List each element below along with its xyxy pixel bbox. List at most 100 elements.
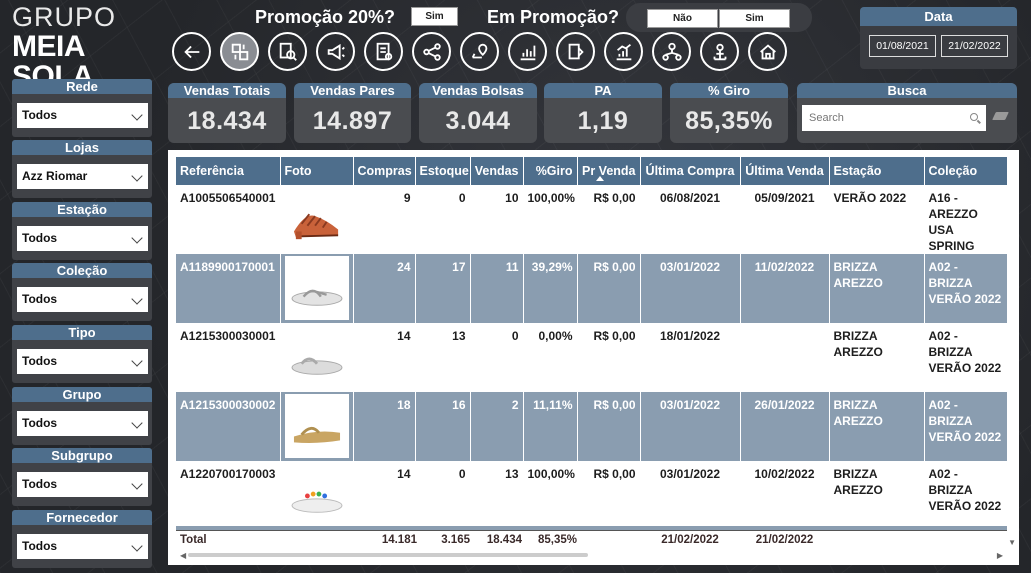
date-start-input[interactable]: 01/08/2021 bbox=[869, 35, 936, 57]
date-panel: Data 01/08/2021 21/02/2022 bbox=[860, 7, 1017, 69]
kpi-vendas-totais: Vendas Totais 18.434 bbox=[168, 83, 286, 143]
scroll-down-icon[interactable]: ▼ bbox=[1008, 538, 1016, 547]
cell-vendas: 13 bbox=[470, 461, 524, 530]
cell-ultima-compra: 03/01/2022 bbox=[640, 461, 741, 530]
scrollbar-thumb[interactable] bbox=[188, 553, 588, 557]
busca-panel: Busca Search bbox=[797, 83, 1017, 143]
back-arrow-icon[interactable] bbox=[172, 32, 211, 71]
kpi-title: Vendas Pares bbox=[294, 83, 411, 98]
col-header-estacao[interactable]: Estação bbox=[829, 157, 925, 185]
network-user-icon[interactable] bbox=[700, 32, 739, 71]
cell-ultima-compra: 06/08/2021 bbox=[640, 185, 741, 254]
promo20-sim-button[interactable]: Sim bbox=[411, 7, 458, 26]
col-header-foto[interactable]: Foto bbox=[280, 157, 354, 185]
nav-icon-bar bbox=[172, 32, 787, 71]
col-header-pr-venda[interactable]: Pr Venda bbox=[577, 157, 641, 185]
col-header-ultima-venda[interactable]: Última Venda bbox=[740, 157, 830, 185]
em-promocao-sim-button[interactable]: Sim bbox=[719, 9, 790, 28]
product-photo bbox=[284, 394, 349, 458]
date-end-input[interactable]: 21/02/2022 bbox=[941, 35, 1008, 57]
chevron-down-icon bbox=[131, 540, 143, 552]
document-export-icon[interactable] bbox=[556, 32, 595, 71]
table-row[interactable]: A1215300030001 14 13 0 0,00% R$ 0,00 18/01/202… bbox=[176, 323, 1008, 392]
table-row[interactable]: A1189900170001 24 17 11 39,29% R$ 0,00 03/01/2… bbox=[176, 254, 1008, 323]
home-icon[interactable] bbox=[748, 32, 787, 71]
filter-slicer: Coleção Todos bbox=[12, 263, 152, 321]
filter-dropdown[interactable]: Todos bbox=[17, 472, 148, 497]
filter-slicer: Grupo Todos bbox=[12, 387, 152, 445]
table-row[interactable]: A1220700170003 14 0 13 100,00% R$ 0,00 03/01/2… bbox=[176, 461, 1008, 530]
filter-value: Todos bbox=[22, 292, 58, 306]
cell-pr-venda: R$ 0,00 bbox=[577, 323, 641, 392]
filter-dropdown[interactable]: Todos bbox=[17, 287, 148, 312]
col-header-colecao[interactable]: Coleção bbox=[924, 157, 1008, 185]
col-header-compras[interactable]: Compras bbox=[353, 157, 416, 185]
kpi-giro: % Giro 85,35% bbox=[670, 83, 788, 143]
bar-chart-icon[interactable] bbox=[508, 32, 547, 71]
cell-estoque: 0 bbox=[415, 461, 471, 530]
search-input[interactable]: Search bbox=[802, 105, 986, 131]
filter-slicer: Lojas Azz Riomar bbox=[12, 140, 152, 198]
megaphone-icon[interactable] bbox=[316, 32, 355, 71]
cell-estacao: BRIZZA AREZZO bbox=[829, 392, 925, 461]
horizontal-scrollbar[interactable]: ◀ ▶ bbox=[180, 551, 1003, 560]
cell-ultima-compra: 03/01/2022 bbox=[640, 392, 741, 461]
eraser-icon[interactable] bbox=[992, 112, 1009, 120]
cell-colecao: A02 - BRIZZA VERÃO 2022 bbox=[924, 254, 1008, 323]
total-giro: 85,35% bbox=[537, 534, 577, 546]
filter-dropdown[interactable]: Todos bbox=[17, 103, 148, 128]
product-photo bbox=[285, 187, 349, 251]
cell-referencia: A1215300030001 bbox=[176, 323, 281, 392]
filter-title: Rede bbox=[12, 79, 152, 94]
kpi-value: 1,19 bbox=[577, 107, 629, 135]
col-header-estoque[interactable]: Estoque bbox=[415, 157, 471, 185]
col-header-giro[interactable]: %Giro bbox=[523, 157, 578, 185]
search-icon[interactable] bbox=[970, 113, 978, 121]
cell-colecao: A16 - AREZZO USA SPRING bbox=[924, 185, 1008, 254]
filter-dropdown[interactable]: Todos bbox=[17, 411, 148, 436]
cell-estoque: 16 bbox=[415, 392, 471, 461]
search-report-icon[interactable] bbox=[268, 32, 307, 71]
table-row[interactable]: A1215300030002 18 16 2 11,11% R$ 0,00 03/01/20… bbox=[176, 392, 1008, 461]
cell-ultima-venda bbox=[740, 323, 830, 392]
col-header-referencia[interactable]: Referência bbox=[176, 157, 281, 185]
filter-dropdown[interactable]: Azz Riomar bbox=[17, 164, 148, 189]
table-row[interactable]: A1005506540001 9 0 10 100,00% R$ 0,00 06/08/20… bbox=[176, 185, 1008, 254]
shoe-image bbox=[293, 426, 340, 443]
kpi-title: PA bbox=[544, 83, 662, 98]
date-title: Data bbox=[860, 7, 1017, 26]
swap-icon[interactable] bbox=[220, 32, 259, 71]
col-header-vendas[interactable]: Vendas bbox=[470, 157, 524, 185]
filter-dropdown[interactable]: Todos bbox=[17, 226, 148, 251]
share-icon[interactable] bbox=[412, 32, 451, 71]
scroll-right-icon[interactable]: ▶ bbox=[997, 551, 1003, 560]
kpi-value: 18.434 bbox=[187, 107, 267, 135]
filter-dropdown[interactable]: Todos bbox=[17, 534, 148, 559]
filter-dropdown[interactable]: Todos bbox=[17, 349, 148, 374]
cell-ultima-compra: 03/01/2022 bbox=[640, 254, 741, 323]
em-promocao-nao-button[interactable]: Não bbox=[647, 9, 718, 28]
cell-pr-venda: R$ 0,00 bbox=[577, 185, 641, 254]
filter-slicer: Rede Todos bbox=[12, 79, 152, 137]
org-chart-icon[interactable] bbox=[652, 32, 691, 71]
kpi-vendas-bolsas: Vendas Bolsas 3.044 bbox=[419, 83, 537, 143]
cell-ultima-venda: 26/01/2022 bbox=[740, 392, 830, 461]
growth-chart-icon[interactable] bbox=[604, 32, 643, 71]
total-ultima-venda: 21/02/2022 bbox=[755, 534, 814, 546]
total-vendas: 18.434 bbox=[486, 534, 522, 546]
product-photo bbox=[285, 325, 349, 389]
cell-estacao: BRIZZA AREZZO bbox=[829, 461, 925, 530]
search-placeholder: Search bbox=[809, 112, 844, 124]
cell-ultima-venda: 05/09/2021 bbox=[740, 185, 830, 254]
cell-estoque: 0 bbox=[415, 185, 471, 254]
cell-foto bbox=[280, 185, 354, 254]
scroll-left-icon[interactable]: ◀ bbox=[180, 551, 186, 560]
product-photo bbox=[284, 256, 349, 320]
filter-title: Tipo bbox=[12, 325, 152, 340]
invoice-icon[interactable] bbox=[364, 32, 403, 71]
filter-title: Subgrupo bbox=[12, 448, 152, 463]
kpi-pa: PA 1,19 bbox=[544, 83, 662, 143]
table-header-row: Referência Foto Compras Estoque Vendas %… bbox=[176, 157, 1008, 185]
col-header-ultima-compra[interactable]: Última Compra bbox=[640, 157, 741, 185]
map-pin-icon[interactable] bbox=[460, 32, 499, 71]
